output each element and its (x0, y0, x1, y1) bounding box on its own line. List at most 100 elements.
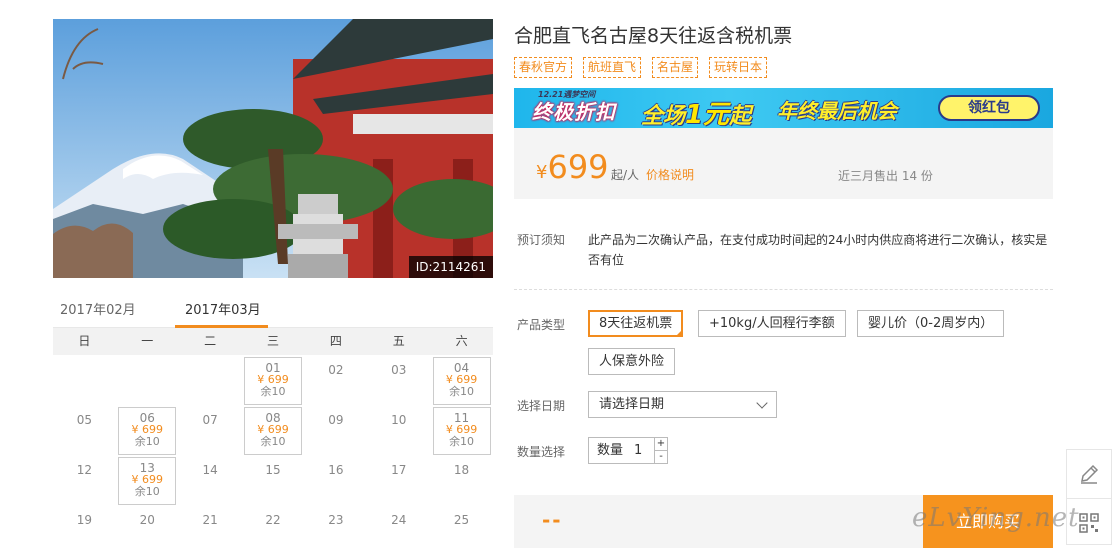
calendar-day-remaining: 余10 (260, 385, 286, 398)
calendar-day: 14 (181, 457, 239, 505)
get-red-packet-button[interactable]: 领红包 (938, 95, 1040, 121)
chevron-down-icon (756, 397, 768, 409)
weekday-mon: 一 (141, 334, 154, 348)
calendar-day-number: 21 (202, 513, 218, 527)
calendar-day-remaining: 余10 (134, 435, 160, 448)
calendar: 2017年02月 2017年03月 日 一 二 三 四 五 六 01 ¥ 699 余… (53, 296, 493, 557)
calendar-day: 18 (433, 457, 491, 505)
qr-code-icon (1079, 512, 1099, 533)
calendar-day-available[interactable]: 11 ¥ 699 余10 (432, 407, 491, 455)
calendar-day-available[interactable]: 08 ¥ 699 余10 (244, 407, 302, 455)
tab-month-current[interactable]: 2017年03月 (185, 299, 261, 318)
weekday-sun: 日 (78, 334, 91, 348)
calendar-day-number: 15 (265, 463, 281, 477)
option-infant-price[interactable]: 婴儿价（0-2周岁内） (857, 310, 1005, 337)
notice-text: 此产品为二次确认产品，在支付成功时间起的24小时内供应商将进行二次确认，核实是否… (588, 233, 1048, 267)
quantity-increase-button[interactable]: + (654, 438, 667, 451)
calendar-day: 10 (370, 407, 428, 455)
calendar-day-number: 03 (391, 363, 407, 377)
calendar-day-available[interactable]: 01 ¥ 699 余10 (244, 357, 302, 405)
weekday-thu: 四 (329, 334, 342, 348)
calendar-day-number: 18 (453, 463, 470, 477)
image-id-badge: ID:2114261 (408, 256, 493, 278)
calendar-day: 24 (370, 507, 428, 555)
calendar-day: 05 (55, 407, 113, 455)
calendar-day-number: 16 (328, 463, 344, 477)
calendar-day-remaining: 余10 (449, 435, 475, 448)
banner-main-text: 终极折扣 (532, 100, 616, 124)
price-panel: ¥699 起/人 价格说明 近三月售出 14 份 (514, 128, 1053, 199)
calendar-day: 15 (244, 457, 302, 505)
calendar-grid: 01 ¥ 699 余10 02 03 04 ¥ 699 余10 05 06 ¥ 699 余10 07 08… (53, 355, 493, 557)
promo-banner[interactable]: 12.21遇梦空间 终极折扣 全场1元起 年终最后机会 领红包 (514, 88, 1053, 128)
calendar-day-available[interactable]: 04 ¥ 699 余10 (432, 357, 491, 405)
weekday-sat: 六 (455, 334, 468, 348)
calendar-day-number: 12 (76, 463, 93, 477)
calendar-day-number: 09 (328, 413, 344, 427)
calendar-month-tabs: 2017年02月 2017年03月 (53, 296, 493, 328)
calendar-day-number: 10 (391, 413, 407, 427)
option-8day-ticket[interactable]: 8天往返机票 (588, 310, 684, 337)
active-tab-underline (175, 325, 268, 328)
calendar-weekday-header: 日 一 二 三 四 五 六 (53, 328, 493, 355)
temple-photo (53, 19, 493, 278)
weekday-tue: 二 (204, 334, 217, 348)
calendar-day-number: 07 (202, 413, 218, 427)
calendar-day-number: 14 (202, 463, 218, 477)
price-explanation-link[interactable]: 价格说明 (646, 166, 694, 183)
quantity-stepper[interactable]: 数量 1 + - (588, 437, 668, 464)
calendar-day-number: 02 (328, 363, 344, 377)
notice-label: 预订须知 (517, 233, 566, 247)
calendar-day: 21 (181, 507, 239, 555)
option-accident-insurance[interactable]: 人保意外险 (588, 348, 676, 375)
calendar-day-number: 20 (139, 513, 155, 527)
calendar-day: 20 (118, 507, 176, 555)
calendar-day-remaining: 余10 (260, 435, 286, 448)
calendar-day-number: 24 (391, 513, 407, 527)
calendar-day: 25 (433, 507, 491, 555)
option-extra-baggage[interactable]: +10kg/人回程行李额 (698, 310, 846, 337)
calendar-day: 19 (55, 507, 113, 555)
calendar-day-remaining: 余10 (449, 385, 475, 398)
calendar-day: 02 (307, 357, 365, 405)
tab-month-prev[interactable]: 2017年02月 (60, 299, 136, 318)
banner-end-text: 年终最后机会 (777, 99, 897, 123)
feedback-button[interactable] (1067, 450, 1111, 498)
calendar-day: 23 (307, 507, 365, 555)
calendar-day: 16 (307, 457, 365, 505)
calendar-day: 22 (244, 507, 302, 555)
product-tags: 春秋官方 航班直飞 名古屋 玩转日本 (514, 57, 778, 78)
banner-mid-text: 全场1元起 (641, 100, 752, 128)
product-image: ID:2114261 (53, 19, 493, 278)
calendar-day-number: 05 (76, 413, 93, 427)
calendar-day-available[interactable]: 06 ¥ 699 余10 (118, 407, 177, 455)
calendar-day: 07 (181, 407, 239, 455)
total-price: -- (542, 508, 563, 532)
tag: 春秋官方 (514, 57, 573, 78)
tag: 玩转日本 (709, 57, 768, 78)
quantity-decrease-button[interactable]: - (654, 451, 667, 464)
sold-count: 近三月售出 14 份 (838, 169, 933, 183)
quantity-value[interactable]: 1 (634, 438, 642, 463)
calendar-day: 12 (55, 457, 113, 505)
watermark-text: eLvYing.net (912, 503, 1080, 533)
calendar-day: 09 (307, 407, 365, 455)
calendar-day: 17 (370, 457, 428, 505)
pencil-icon (1081, 464, 1099, 484)
quantity-label: 数量选择 (517, 445, 566, 459)
date-select-label: 选择日期 (517, 399, 566, 413)
price-value: ¥699 (536, 148, 609, 186)
calendar-day-number: 17 (391, 463, 407, 477)
calendar-day-number: 19 (76, 513, 93, 527)
calendar-day-remaining: 余10 (134, 485, 160, 498)
calendar-day-number: 23 (328, 513, 344, 527)
divider (514, 289, 1053, 290)
calendar-day-available[interactable]: 13 ¥ 699 余10 (118, 457, 177, 505)
weekday-fri: 五 (392, 334, 405, 348)
calendar-day: 03 (370, 357, 428, 405)
calendar-day-number: 22 (265, 513, 281, 527)
date-select-dropdown[interactable]: 请选择日期 (588, 391, 777, 418)
weekday-wed: 三 (267, 334, 280, 348)
quantity-field-label: 数量 (597, 443, 624, 458)
product-type-label: 产品类型 (517, 318, 566, 332)
